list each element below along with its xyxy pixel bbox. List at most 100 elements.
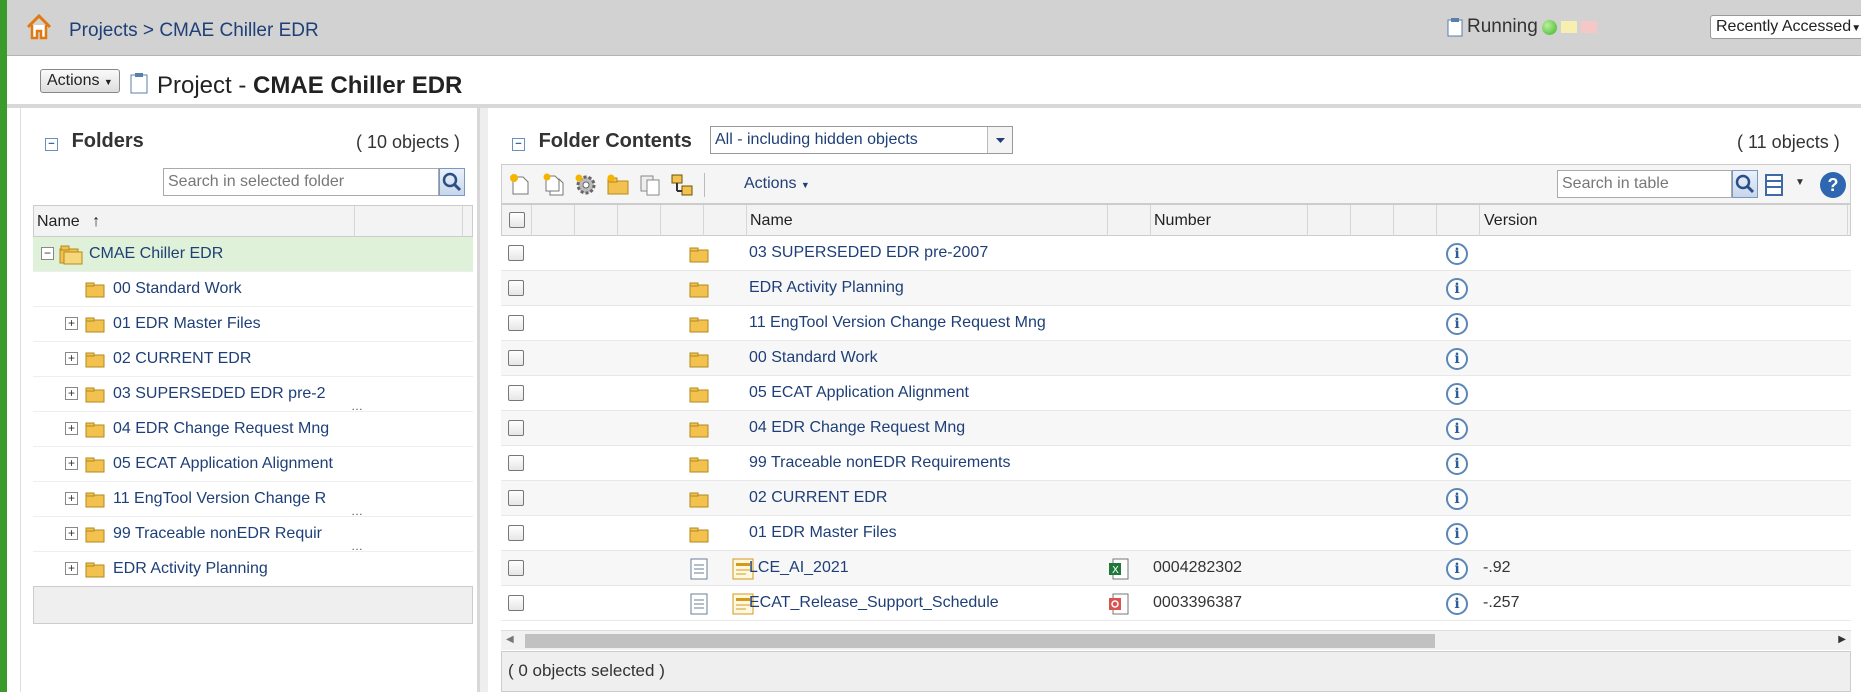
- document-icon[interactable]: [689, 593, 709, 615]
- row-checkbox[interactable]: [508, 455, 524, 471]
- row-name-link[interactable]: 03 SUPERSEDED EDR pre-2007: [749, 244, 988, 262]
- table-row[interactable]: 01 EDR Master Files i: [501, 516, 1851, 551]
- horizontal-scrollbar[interactable]: ◀ ▶: [501, 630, 1851, 650]
- table-search-button[interactable]: [1732, 170, 1758, 198]
- row-checkbox[interactable]: [508, 315, 524, 331]
- copy-icon[interactable]: [638, 173, 662, 197]
- collapse-node-icon[interactable]: −: [41, 247, 54, 260]
- column-header-version[interactable]: Version: [1484, 212, 1537, 230]
- row-checkbox[interactable]: [508, 245, 524, 261]
- tree-item[interactable]: + 05 ECAT Application Alignment: [33, 447, 473, 482]
- info-icon[interactable]: i: [1446, 453, 1468, 475]
- table-row[interactable]: 04 EDR Change Request Mng i: [501, 411, 1851, 446]
- view-filter-select[interactable]: All - including hidden objects: [710, 126, 1013, 154]
- expand-node-icon[interactable]: +: [65, 457, 78, 470]
- row-name-link[interactable]: 00 Standard Work: [749, 349, 878, 367]
- breadcrumb-current-link[interactable]: CMAE Chiller EDR: [159, 20, 318, 41]
- tree-item[interactable]: + 99 Traceable nonEDR Requir …: [33, 517, 473, 553]
- row-checkbox[interactable]: [508, 385, 524, 401]
- column-header-name[interactable]: Name ↑: [37, 213, 100, 231]
- column-header-name[interactable]: Name: [750, 212, 793, 230]
- tree-item[interactable]: + 03 SUPERSEDED EDR pre-2 …: [33, 377, 473, 413]
- row-name-link[interactable]: 99 Traceable nonEDR Requirements: [749, 454, 1010, 472]
- info-icon[interactable]: i: [1446, 243, 1468, 265]
- breadcrumb-projects-link[interactable]: Projects: [69, 20, 138, 41]
- row-checkbox[interactable]: [508, 280, 524, 296]
- info-icon[interactable]: i: [1446, 383, 1468, 405]
- info-icon[interactable]: i: [1446, 348, 1468, 370]
- info-icon[interactable]: i: [1446, 278, 1468, 300]
- pdf-file-icon[interactable]: [1108, 593, 1130, 615]
- info-icon[interactable]: i: [1446, 523, 1468, 545]
- home-icon[interactable]: [24, 12, 54, 42]
- info-icon[interactable]: i: [1446, 593, 1468, 615]
- help-icon[interactable]: ?: [1820, 172, 1846, 198]
- tree-item[interactable]: + 02 CURRENT EDR: [33, 342, 473, 377]
- expand-node-icon[interactable]: +: [65, 352, 78, 365]
- row-name-link[interactable]: 05 ECAT Application Alignment: [749, 384, 969, 402]
- row-name-link[interactable]: 11 EngTool Version Change Request Mng: [749, 314, 1046, 332]
- new-folder-icon[interactable]: [606, 173, 630, 197]
- paste-structure-icon[interactable]: [670, 173, 694, 197]
- tree-item[interactable]: + 04 EDR Change Request Mng: [33, 412, 473, 447]
- row-name-link[interactable]: ECAT_Release_Support_Schedule: [749, 594, 999, 612]
- expand-node-icon[interactable]: +: [65, 562, 78, 575]
- table-row[interactable]: 03 SUPERSEDED EDR pre-2007 i: [501, 236, 1851, 271]
- row-name-link[interactable]: 04 EDR Change Request Mng: [749, 419, 965, 437]
- scrollbar-thumb[interactable]: [525, 634, 1435, 648]
- collapse-panel-icon[interactable]: −: [45, 138, 58, 151]
- expand-node-icon[interactable]: +: [65, 387, 78, 400]
- row-name-link[interactable]: 02 CURRENT EDR: [749, 489, 887, 507]
- toolbar-actions-menu[interactable]: Actions ▼: [744, 175, 810, 193]
- row-name-link[interactable]: EDR Activity Planning: [749, 279, 904, 297]
- tree-item[interactable]: + 01 EDR Master Files: [33, 307, 473, 342]
- table-row[interactable]: 00 Standard Work i: [501, 341, 1851, 376]
- table-row[interactable]: LCE_AI_2021 X 0004282302 i -.92: [501, 551, 1851, 586]
- recently-accessed-dropdown[interactable]: Recently Accessed▼: [1710, 15, 1861, 39]
- new-multiple-documents-icon[interactable]: [542, 173, 566, 197]
- info-icon[interactable]: i: [1446, 558, 1468, 580]
- info-icon[interactable]: i: [1446, 313, 1468, 335]
- table-row[interactable]: 05 ECAT Application Alignment i: [501, 376, 1851, 411]
- panel-splitter[interactable]: [480, 108, 488, 692]
- tree-item[interactable]: 00 Standard Work: [33, 272, 473, 307]
- table-search-input[interactable]: Search in table: [1557, 170, 1732, 198]
- select-all-checkbox[interactable]: [509, 212, 525, 228]
- collapse-panel-icon[interactable]: −: [512, 138, 525, 151]
- new-document-icon[interactable]: [508, 173, 532, 197]
- gear-icon[interactable]: [574, 173, 598, 197]
- tree-root-item[interactable]: − CMAE Chiller EDR: [33, 237, 473, 272]
- table-row[interactable]: 99 Traceable nonEDR Requirements i: [501, 446, 1851, 481]
- expand-node-icon[interactable]: +: [65, 422, 78, 435]
- expand-node-icon[interactable]: +: [65, 527, 78, 540]
- row-checkbox[interactable]: [508, 560, 524, 576]
- table-view-icon[interactable]: [1764, 173, 1786, 197]
- folder-search-input[interactable]: Search in selected folder: [163, 168, 439, 196]
- expand-node-icon[interactable]: +: [65, 492, 78, 505]
- row-name-link[interactable]: LCE_AI_2021: [749, 559, 849, 577]
- chevron-down-icon[interactable]: ▼: [1795, 177, 1805, 188]
- tree-item[interactable]: + EDR Activity Planning: [33, 552, 473, 587]
- table-row[interactable]: 02 CURRENT EDR i: [501, 481, 1851, 516]
- folder-search-button[interactable]: [439, 168, 465, 196]
- row-checkbox[interactable]: [508, 525, 524, 541]
- table-row[interactable]: EDR Activity Planning i: [501, 271, 1851, 306]
- info-icon[interactable]: i: [1446, 488, 1468, 510]
- actions-button[interactable]: Actions ▼: [40, 69, 120, 93]
- document-icon[interactable]: [689, 558, 709, 580]
- scroll-left-icon[interactable]: ◀: [506, 634, 514, 645]
- info-icon[interactable]: i: [1446, 418, 1468, 440]
- expand-node-icon[interactable]: +: [65, 317, 78, 330]
- row-checkbox[interactable]: [508, 595, 524, 611]
- tree-item[interactable]: + 11 EngTool Version Change R …: [33, 482, 473, 518]
- row-checkbox[interactable]: [508, 490, 524, 506]
- row-checkbox[interactable]: [508, 420, 524, 436]
- column-header-number[interactable]: Number: [1154, 212, 1211, 230]
- table-row[interactable]: ECAT_Release_Support_Schedule 0003396387…: [501, 586, 1851, 621]
- row-checkbox[interactable]: [508, 350, 524, 366]
- table-row[interactable]: 11 EngTool Version Change Request Mng i: [501, 306, 1851, 341]
- excel-file-icon[interactable]: X: [1108, 558, 1130, 580]
- scroll-right-icon[interactable]: ▶: [1838, 634, 1846, 645]
- row-name-link[interactable]: 01 EDR Master Files: [749, 524, 897, 542]
- contents-table-body: 03 SUPERSEDED EDR pre-2007 i EDR Activit…: [501, 236, 1851, 621]
